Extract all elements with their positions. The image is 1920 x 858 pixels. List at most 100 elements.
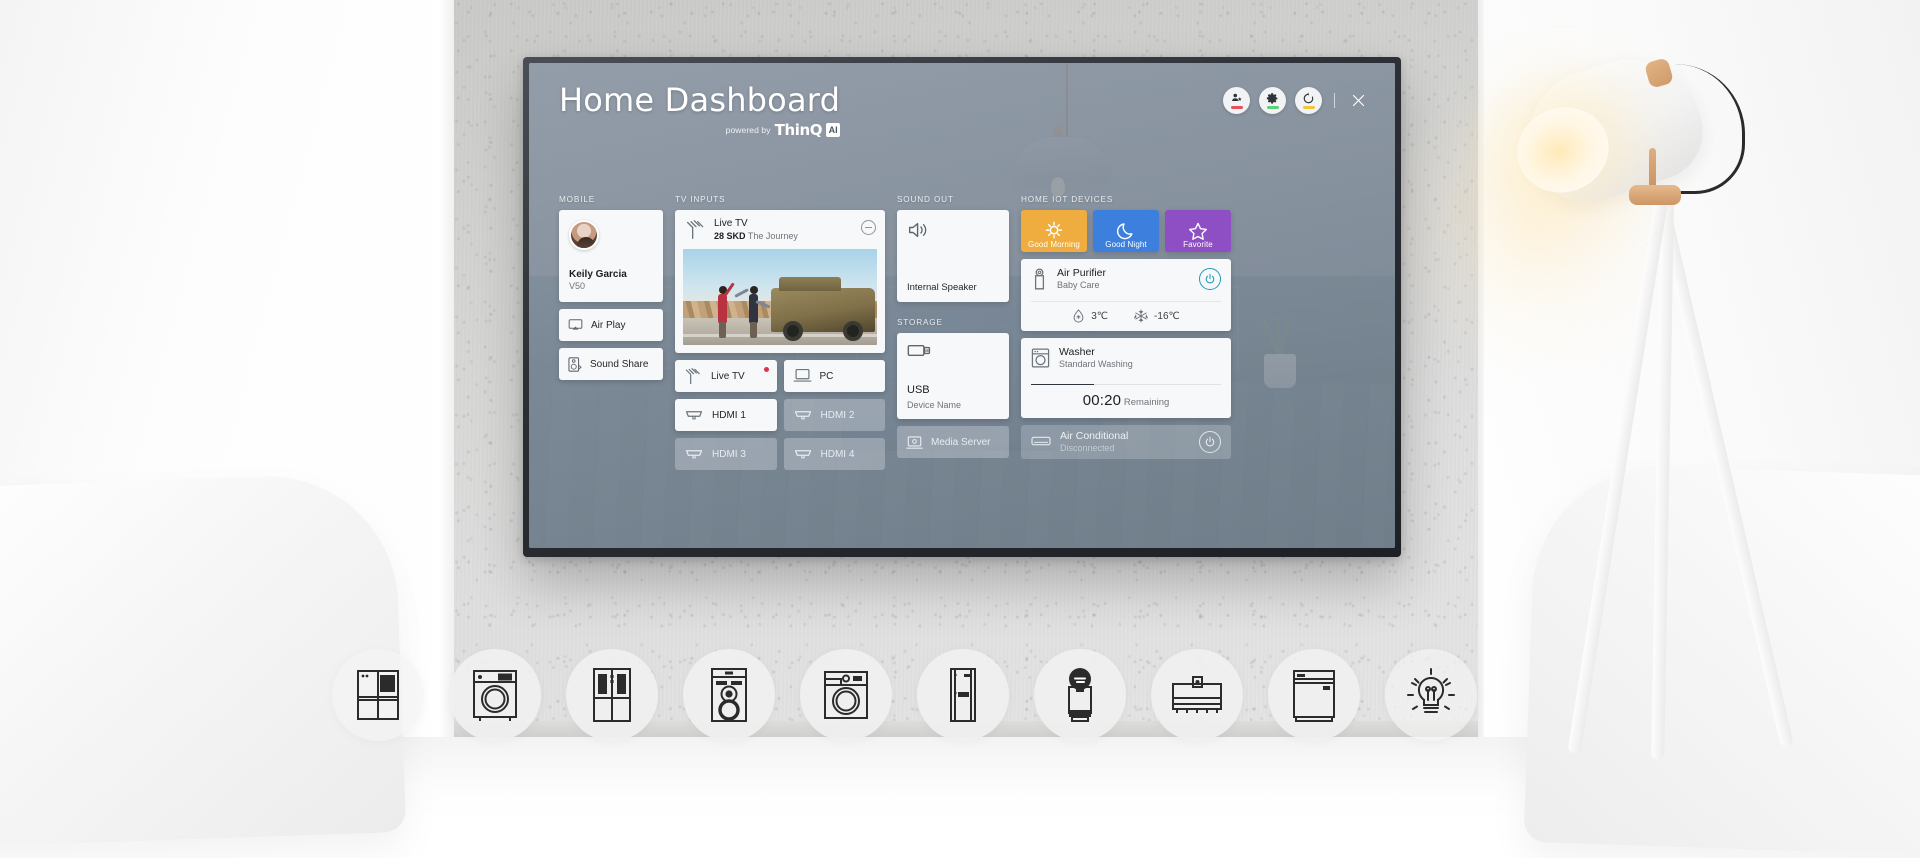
device-card-air-purifier[interactable]: Air Purifier Baby Care: [1021, 259, 1231, 331]
profile-underline: [1231, 106, 1243, 109]
media-server-button[interactable]: Media Server: [897, 426, 1009, 458]
device-mode: Standard Washing: [1059, 359, 1133, 371]
sun-icon: [1043, 220, 1065, 242]
avatar: [569, 220, 599, 250]
tv-inputs-column: TV INPUTS Live TV 28 SKD The Journey: [675, 195, 885, 548]
laptop-icon: [793, 368, 812, 384]
sound-out-device: Internal Speaker: [907, 282, 977, 293]
dock-dishwasher[interactable]: [1268, 649, 1360, 741]
profile-name: Keily Garcia: [569, 269, 653, 281]
tv-inputs-section-label: TV INPUTS: [675, 195, 885, 204]
device-readings: 3℃ -16℃: [1031, 301, 1221, 331]
input-tile-hdmi-4[interactable]: HDMI 4: [784, 438, 886, 470]
hdmi-icon: [793, 408, 813, 423]
washer-time-remaining: 00:20: [1083, 392, 1122, 409]
input-label: HDMI 4: [821, 449, 855, 460]
robot-air-purifier-icon: [1056, 666, 1104, 724]
input-tile-live-tv[interactable]: Live TV: [675, 360, 777, 392]
action-separator: [1334, 93, 1335, 108]
dock-front-load-washer[interactable]: [800, 649, 892, 741]
thumb-person-left: [718, 294, 727, 324]
moon-icon: [1116, 221, 1136, 241]
input-label: PC: [820, 371, 834, 382]
usb-storage-card[interactable]: USB Device Name: [897, 333, 1009, 419]
current-input-thumbnail: [683, 249, 877, 345]
hdmi-icon: [684, 408, 704, 423]
speaker-volume-icon: [907, 220, 929, 240]
scene-label: Good Night: [1093, 240, 1159, 249]
settings-button[interactable]: [1259, 87, 1286, 114]
dock-washing-machine[interactable]: [449, 649, 541, 741]
air-conditioner-icon: [1031, 435, 1051, 450]
hdmi-icon: [793, 447, 813, 462]
scene-label: Favorite: [1165, 240, 1231, 249]
close-button[interactable]: [1347, 90, 1369, 112]
dock-air-conditioner-tower[interactable]: [917, 649, 1009, 741]
device-name: Air Conditional: [1060, 430, 1128, 443]
dock-light-bulb[interactable]: [1385, 649, 1477, 741]
mobile-profile-card[interactable]: Keily Garcia V50: [559, 210, 663, 302]
power-icon: [1204, 436, 1216, 448]
input-tiles-grid: Live TV PC: [675, 360, 885, 470]
refresh-button[interactable]: [1295, 87, 1322, 114]
user-star-icon: [1230, 92, 1243, 104]
thumb-vehicle: [771, 288, 875, 332]
device-card-air-conditional[interactable]: Air Conditional Disconnected: [1021, 425, 1231, 459]
mobile-section-label: MOBILE: [559, 195, 663, 204]
sound-out-card[interactable]: Internal Speaker: [897, 210, 1009, 302]
antenna-icon: [684, 368, 703, 385]
input-label: Live TV: [711, 371, 745, 382]
gear-icon: [1266, 92, 1279, 105]
remove-input-button[interactable]: [861, 220, 876, 235]
power-icon: [1204, 273, 1216, 285]
usb-title: USB: [907, 384, 930, 396]
hdmi-icon: [684, 447, 704, 462]
input-tile-hdmi-1[interactable]: HDMI 1: [675, 399, 777, 431]
scene-favorite[interactable]: Favorite: [1165, 210, 1231, 252]
device-header: Air Purifier Baby Care: [1031, 267, 1221, 292]
input-label: HDMI 2: [821, 410, 855, 421]
power-button-air-conditional[interactable]: [1199, 431, 1221, 453]
input-tile-hdmi-3[interactable]: HDMI 3: [675, 438, 777, 470]
washer-progress-track: [1031, 384, 1221, 386]
device-mode: Baby Care: [1057, 280, 1106, 292]
dashboard-header: Home Dashboard powered by ThinQ AI: [559, 81, 840, 139]
airplay-icon: [568, 319, 583, 332]
dock-refrigerator[interactable]: [332, 649, 424, 741]
dock-robot-air-purifier[interactable]: [1034, 649, 1126, 741]
current-input-card[interactable]: Live TV 28 SKD The Journey: [675, 210, 885, 353]
lamp-collar: [1629, 185, 1681, 205]
current-input-sub: 28 SKD The Journey: [714, 231, 798, 243]
media-server-icon: [906, 435, 923, 450]
input-tile-hdmi-2[interactable]: HDMI 2: [784, 399, 886, 431]
power-button-air-purifier[interactable]: [1199, 268, 1221, 290]
dock-side-by-side-refrigerator[interactable]: [566, 649, 658, 741]
media-server-label: Media Server: [931, 437, 990, 448]
lamp-cord: [1665, 64, 1745, 194]
scene-label: Good Morning: [1021, 240, 1087, 249]
air-purifier-tower-icon: [706, 666, 752, 724]
dock-styler[interactable]: [1151, 649, 1243, 741]
scene-good-night[interactable]: Good Night: [1093, 210, 1159, 252]
storage-section-label: STORAGE: [897, 318, 1009, 327]
home-iot-section-label: HOME IOT DEVICES: [1021, 195, 1231, 204]
sound-share-button[interactable]: Sound Share: [559, 348, 663, 380]
settings-underline: [1267, 106, 1279, 109]
powered-by-label: powered by: [726, 125, 771, 135]
profile-model: V50: [569, 281, 653, 293]
thumb-person-right: [749, 294, 758, 324]
humidity-drop-icon: [1072, 309, 1085, 323]
washer-time-label: Remaining: [1124, 397, 1169, 408]
current-channel: 28 SKD: [714, 231, 746, 241]
refrigerator-icon: [353, 667, 403, 723]
humidity-value: 3℃: [1091, 311, 1108, 322]
device-header: Washer Standard Washing: [1031, 346, 1221, 371]
input-tile-pc[interactable]: PC: [784, 360, 886, 392]
device-card-washer[interactable]: Washer Standard Washing 00:20 Remaining: [1021, 338, 1231, 418]
user-profile-button[interactable]: [1223, 87, 1250, 114]
dock-air-purifier-tower[interactable]: [683, 649, 775, 741]
washer-icon: [1031, 348, 1050, 368]
air-play-button[interactable]: Air Play: [559, 309, 663, 341]
usb-drive-icon: [907, 343, 931, 358]
scene-good-morning[interactable]: Good Morning: [1021, 210, 1087, 252]
